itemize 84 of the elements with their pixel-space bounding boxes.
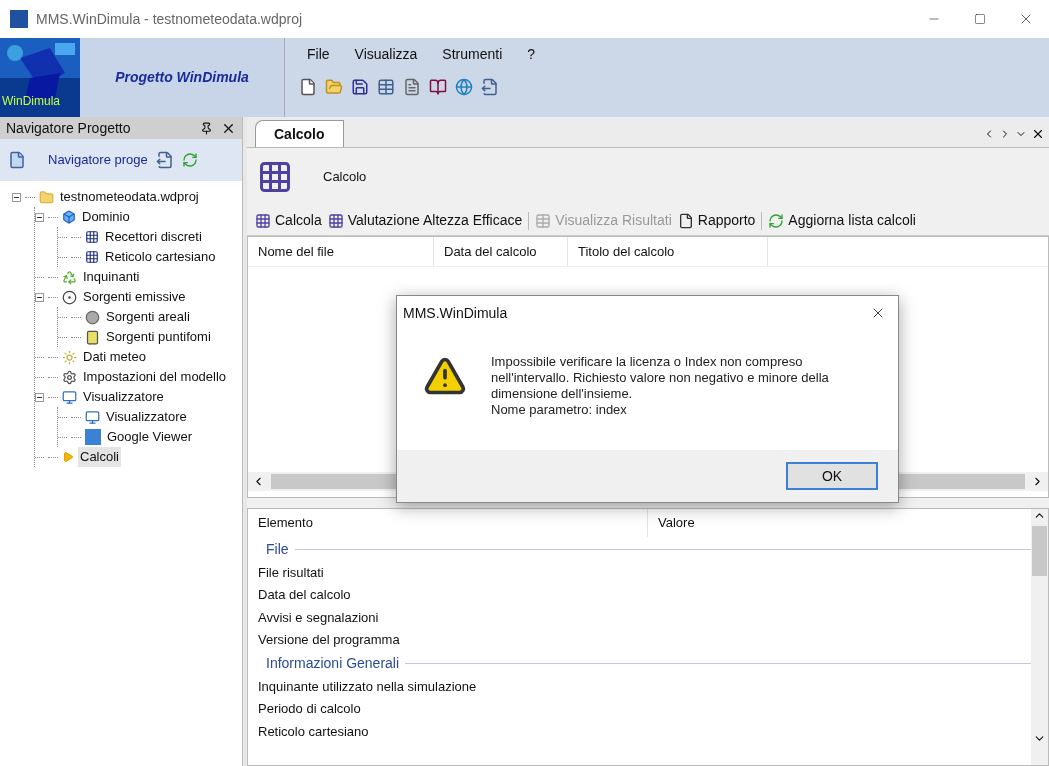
monitor-icon [85, 409, 100, 425]
toolbar-button[interactable]: Rapporto [677, 210, 756, 231]
column-header[interactable]: Data del calcolo [434, 237, 568, 266]
table-icon[interactable] [377, 78, 395, 96]
scrollbar-thumb[interactable] [1032, 526, 1047, 576]
tree-item[interactable]: testnometeodata.wdproj [58, 187, 201, 207]
grid-icon [85, 250, 99, 264]
ok-button[interactable]: OK [786, 462, 878, 490]
panel-title: Navigatore Progetto [6, 118, 131, 138]
grid-icon [255, 212, 271, 229]
menu-item[interactable]: Strumenti [442, 44, 503, 72]
menu-item[interactable]: ? [527, 44, 536, 72]
sun-icon [62, 349, 77, 365]
tree-item[interactable]: Inquinanti [81, 267, 142, 287]
project-title: Progetto WinDimula [115, 68, 249, 87]
tree-item[interactable]: Visualizzatore [104, 407, 189, 427]
menu-item[interactable]: Visualizza [354, 44, 418, 72]
export-icon[interactable] [155, 151, 174, 169]
triangle-icon [62, 451, 74, 463]
menu-item[interactable]: File [307, 44, 330, 72]
tree-item[interactable]: Impostazioni del modello [81, 367, 229, 387]
toolbar-label: Navigatore proge [48, 151, 148, 170]
folder-icon [39, 189, 54, 205]
expander-icon[interactable] [35, 292, 44, 302]
dialog-title: MMS.WinDimula [403, 303, 508, 323]
refresh-icon [768, 212, 785, 229]
column-header[interactable]: Titolo del calcolo [568, 237, 768, 266]
tree-item[interactable]: Sorgenti emissive [81, 287, 188, 307]
document-icon[interactable] [8, 151, 26, 169]
table-icon [535, 212, 552, 229]
close-icon[interactable] [1031, 127, 1045, 141]
book-icon[interactable] [429, 78, 447, 96]
dialog-message: Impossibile verificare la licenza o Index non compreso nell'intervallo. Richiesto valore non negativo e minore della dimensione dell'insieme. [491, 354, 830, 402]
tree-item[interactable]: Recettori discreti [103, 227, 204, 247]
property-name[interactable]: Periodo di calcolo [258, 699, 361, 719]
property-name[interactable]: Inquinante utilizzato nella simulazione [258, 676, 477, 696]
recycle-icon [62, 269, 77, 285]
circle-icon [85, 309, 100, 325]
toolbar-button[interactable]: Aggiorna lista calcoli [768, 210, 916, 231]
tree-item[interactable]: Sorgenti puntifomi [104, 327, 213, 347]
monitor-icon [62, 389, 77, 405]
expander-icon[interactable] [35, 392, 44, 402]
tree-item[interactable]: Sorgenti areali [104, 307, 192, 327]
property-name[interactable]: Data del calcolo [258, 585, 351, 605]
column-header[interactable]: Nome del file [248, 237, 434, 266]
save-icon[interactable] [351, 78, 369, 96]
expander-icon[interactable] [12, 192, 21, 202]
logo-caption: WinDimula [2, 93, 60, 110]
grid-icon [257, 159, 293, 195]
column-header[interactable]: Valore [648, 509, 705, 537]
refresh-icon[interactable] [181, 152, 198, 168]
document-icon [677, 212, 694, 229]
tree-item[interactable]: Reticolo cartesiano [103, 247, 218, 267]
document-icon[interactable] [403, 78, 421, 96]
tab[interactable]: Calcolo [255, 120, 344, 147]
export-icon[interactable] [481, 78, 499, 96]
app-icon [10, 10, 28, 28]
property-name[interactable]: Reticolo cartesiano [258, 721, 369, 741]
dialog-message: Nome parametro: index [491, 402, 628, 418]
maximize-icon[interactable] [974, 13, 986, 25]
grid-icon [85, 230, 99, 244]
property-name[interactable]: Versione del programma [258, 630, 400, 650]
cube-icon [62, 210, 76, 224]
category-header: Informazioni Generali [266, 653, 400, 673]
column-header[interactable]: Elemento [248, 509, 648, 537]
pin-icon[interactable] [200, 121, 213, 135]
tree-item[interactable]: Dati meteo [81, 347, 148, 367]
grid-icon [327, 212, 344, 229]
window-title: MMS.WinDimula - testnometeodata.wdproj [36, 9, 303, 29]
expander-icon[interactable] [35, 212, 44, 222]
section-header: Calcolo [323, 168, 367, 187]
tree-item[interactable]: Visualizzatore [81, 387, 166, 407]
toolbar-button[interactable]: Calcola [255, 210, 322, 231]
toolbar-button[interactable]: Valutazione Altezza Efficace [327, 210, 523, 231]
new-file-icon[interactable] [299, 78, 317, 96]
category-header: File [266, 539, 289, 559]
tree-item[interactable]: Calcoli [78, 447, 121, 467]
tree-item[interactable]: Dominio [80, 207, 132, 227]
circle-icon [62, 289, 77, 305]
property-name[interactable]: File risultati [258, 562, 324, 582]
tree-item[interactable]: Google Viewer [105, 427, 195, 447]
globe-icon[interactable] [455, 78, 473, 96]
property-name[interactable]: Avvisi e segnalazioni [258, 607, 379, 627]
gear-icon [62, 369, 77, 385]
